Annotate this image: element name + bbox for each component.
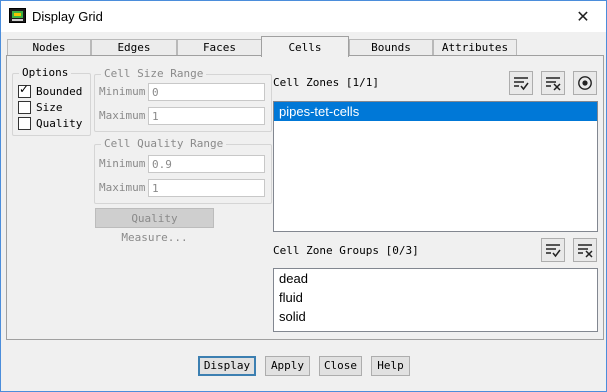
tab-faces[interactable]: Faces [177, 39, 262, 56]
size-label: Size [36, 100, 63, 114]
select-all-groups-button[interactable] [541, 238, 565, 262]
bounded-checkbox-row[interactable]: ✓ Bounded [18, 81, 83, 99]
cell-size-range-title: Cell Size Range [101, 67, 207, 80]
options-group: Options ✓ Bounded Size Quality [12, 66, 91, 136]
options-title: Options [19, 66, 72, 79]
select-all-icon [514, 77, 529, 91]
tab-cells[interactable]: Cells [261, 36, 349, 57]
quality-minimum-label: Minimum [99, 157, 146, 170]
size-checkbox[interactable] [18, 100, 31, 114]
close-window-button[interactable]: ✕ [560, 1, 606, 32]
deselect-all-groups-button[interactable] [573, 238, 597, 262]
tab-attributes[interactable]: Attributes [433, 39, 517, 56]
close-button[interactable]: Close [319, 356, 362, 376]
quality-checkbox[interactable] [18, 116, 31, 130]
bounded-checkbox[interactable]: ✓ [18, 81, 31, 98]
size-minimum-field[interactable]: 0 [148, 83, 265, 101]
list-item[interactable]: fluid [274, 288, 597, 307]
bounded-label: Bounded [36, 84, 83, 98]
select-all-zones-button[interactable] [509, 71, 533, 95]
zone-target-button[interactable] [573, 71, 597, 95]
size-maximum-label: Maximum [99, 109, 146, 122]
cells-tab-panel: Options ✓ Bounded Size Quality Cell Size… [6, 55, 604, 340]
quality-measure-button[interactable]: Quality Measure... [95, 208, 214, 244]
size-checkbox-row[interactable]: Size [18, 99, 63, 115]
help-button[interactable]: Help [371, 356, 410, 376]
cell-size-range-group: Cell Size Range Minimum 0 Maximum 1 [94, 67, 272, 132]
tab-nodes[interactable]: Nodes [7, 39, 91, 56]
display-button[interactable]: Display [198, 356, 256, 376]
deselect-all-icon [546, 77, 561, 91]
list-item[interactable]: pipes-tet-cells [274, 102, 597, 121]
list-item[interactable]: dead [274, 269, 597, 288]
deselect-all-zones-button[interactable] [541, 71, 565, 95]
cell-quality-range-group: Cell Quality Range Minimum 0.9 Maximum 1 [94, 137, 272, 204]
cell-zones-list[interactable]: pipes-tet-cells [273, 101, 598, 232]
select-all-icon [546, 244, 561, 258]
deselect-all-icon [578, 244, 593, 258]
cell-zones-label: Cell Zones [1/1] [273, 76, 379, 89]
list-item[interactable]: solid [274, 307, 597, 326]
window-title: Display Grid [32, 9, 103, 24]
title-bar: Display Grid ✕ [1, 1, 606, 32]
app-icon [9, 8, 26, 23]
check-icon: ✓ [19, 81, 30, 96]
cell-quality-range-title: Cell Quality Range [101, 137, 227, 150]
quality-minimum-field[interactable]: 0.9 [148, 155, 265, 173]
radio-target-icon [578, 76, 592, 90]
cell-zone-groups-list[interactable]: dead fluid solid [273, 268, 598, 332]
cell-zone-groups-label: Cell Zone Groups [0/3] [273, 244, 419, 257]
tab-bounds[interactable]: Bounds [349, 39, 433, 56]
quality-label: Quality [36, 116, 83, 130]
close-icon: ✕ [576, 8, 590, 26]
tab-edges[interactable]: Edges [91, 39, 177, 56]
display-grid-window: Display Grid ✕ Nodes Edges Faces Cells B… [0, 0, 607, 392]
apply-button[interactable]: Apply [265, 356, 310, 376]
size-maximum-field[interactable]: 1 [148, 107, 265, 125]
size-minimum-label: Minimum [99, 85, 146, 98]
quality-checkbox-row[interactable]: Quality [18, 115, 82, 131]
quality-maximum-label: Maximum [99, 181, 146, 194]
quality-maximum-field[interactable]: 1 [148, 179, 265, 197]
